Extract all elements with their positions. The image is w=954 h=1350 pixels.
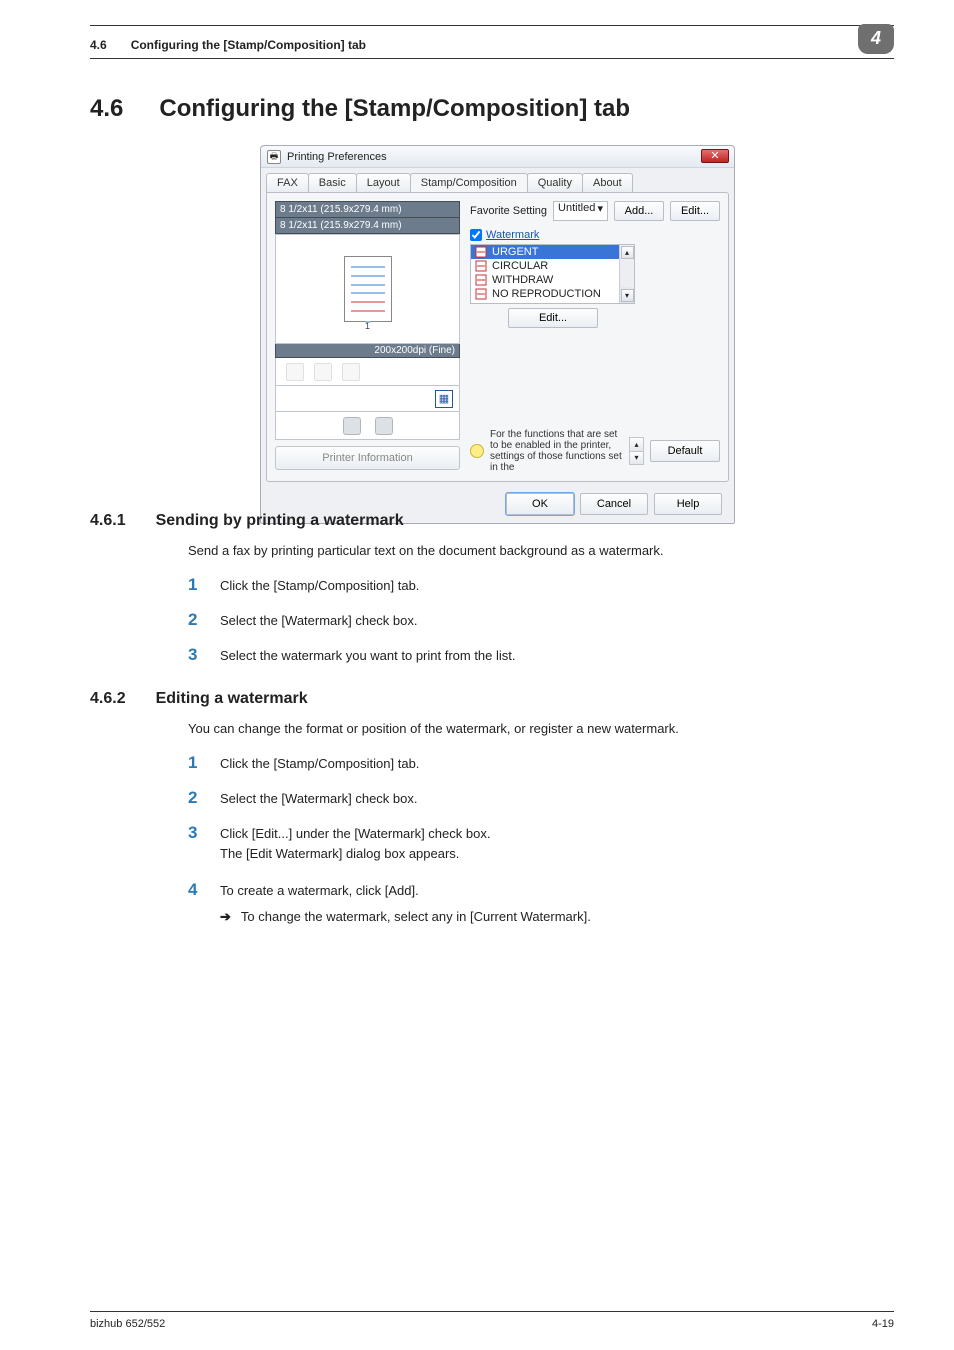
- chapter-badge: 4: [858, 24, 894, 54]
- step-number: 3: [188, 823, 202, 843]
- properties-toggle-icon[interactable]: ▦: [435, 390, 453, 408]
- ok-button[interactable]: OK: [506, 493, 574, 515]
- step-number: 3: [188, 645, 202, 665]
- list-item[interactable]: NO REPRODUCTION: [471, 287, 634, 301]
- favorite-edit-button[interactable]: Edit...: [670, 201, 720, 221]
- printer-icon: 🖶: [267, 150, 281, 164]
- step-number: 1: [188, 753, 202, 773]
- watermark-checkbox-label[interactable]: Watermark: [470, 229, 720, 241]
- step-text: To create a watermark, click [Add]. ➔ To…: [220, 881, 884, 926]
- window-title: Printing Preferences: [287, 151, 387, 163]
- list-item-label: WITHDRAW: [492, 274, 553, 286]
- tab-fax[interactable]: FAX: [266, 173, 309, 192]
- tab-layout[interactable]: Layout: [356, 173, 411, 192]
- printer-view-icon[interactable]: [342, 363, 360, 381]
- stamp-icon: [475, 260, 487, 272]
- layout-view-icon[interactable]: [286, 363, 304, 381]
- resolution-label: 200x200dpi (Fine): [275, 344, 460, 358]
- watermark-edit-button[interactable]: Edit...: [508, 308, 598, 328]
- running-header-title: Configuring the [Stamp/Composition] tab: [131, 38, 858, 52]
- cancel-button[interactable]: Cancel: [580, 493, 648, 515]
- status-hint-text: For the functions that are set to be ena…: [490, 429, 623, 473]
- page-preview: 1: [275, 234, 460, 344]
- scroll-down-icon[interactable]: ▾: [621, 289, 634, 302]
- running-header-number: 4.6: [90, 38, 107, 52]
- scroll-down-icon[interactable]: ▾: [630, 451, 643, 465]
- page-number: 1: [365, 321, 370, 323]
- tab-about[interactable]: About: [582, 173, 633, 192]
- body-text: Send a fax by printing particular text o…: [188, 542, 884, 560]
- list-item[interactable]: CIRCULAR: [471, 259, 634, 273]
- h1-title: Configuring the [Stamp/Composition] tab: [159, 95, 630, 123]
- step-text: Click [Edit...] under the [Watermark] ch…: [220, 824, 884, 863]
- hint-bulb-icon: [470, 444, 484, 458]
- step-number: 2: [188, 788, 202, 808]
- list-item-label: CIRCULAR: [492, 260, 548, 272]
- favorite-setting-select[interactable]: Untitled ▾: [553, 201, 608, 221]
- step-number: 2: [188, 610, 202, 630]
- scroll-up-icon[interactable]: ▴: [621, 246, 634, 259]
- output-size-label: 8 1/2x11 (215.9x279.4 mm): [275, 218, 460, 234]
- favorite-setting-value: Untitled: [558, 202, 595, 214]
- body-text: You can change the format or position of…: [188, 720, 884, 738]
- list-item-label: NO REPRODUCTION: [492, 288, 601, 300]
- h2-number: 4.6.2: [90, 690, 126, 708]
- user-auth-icon[interactable]: [343, 417, 361, 435]
- list-item[interactable]: URGENT: [471, 245, 634, 259]
- detail-view-icon[interactable]: [314, 363, 332, 381]
- help-button[interactable]: Help: [654, 493, 722, 515]
- h2-number: 4.6.1: [90, 512, 126, 530]
- h1-number: 4.6: [90, 95, 123, 123]
- favorite-add-button[interactable]: Add...: [614, 201, 664, 221]
- substep-text: To change the watermark, select any in […: [241, 907, 591, 927]
- list-item[interactable]: WITHDRAW: [471, 273, 634, 287]
- tab-stamp-composition[interactable]: Stamp/Composition: [410, 173, 528, 192]
- account-track-icon[interactable]: [375, 417, 393, 435]
- footer-page-number: 4-19: [872, 1318, 894, 1330]
- tab-basic[interactable]: Basic: [308, 173, 357, 192]
- step-number: 4: [188, 880, 202, 900]
- step-text: Click the [Stamp/Composition] tab.: [220, 576, 884, 596]
- step-text: Select the [Watermark] check box.: [220, 789, 884, 809]
- window-titlebar: 🖶 Printing Preferences ✕: [261, 146, 734, 168]
- watermark-label-text: Watermark: [486, 229, 539, 241]
- printer-information-button: Printer Information: [275, 446, 460, 470]
- stamp-icon: [475, 246, 487, 258]
- step-text: Click the [Stamp/Composition] tab.: [220, 754, 884, 774]
- watermark-list-scrollbar[interactable]: ▴ ▾: [619, 245, 634, 303]
- view-toolbar: [275, 358, 460, 386]
- original-size-label: 8 1/2x11 (215.9x279.4 mm): [275, 201, 460, 218]
- h2-title: Editing a watermark: [156, 690, 308, 708]
- page-thumbnail: 1: [344, 256, 392, 322]
- watermark-checkbox[interactable]: [470, 229, 482, 241]
- status-scroll[interactable]: ▴ ▾: [629, 437, 644, 465]
- step-number: 1: [188, 575, 202, 595]
- stamp-icon: [475, 274, 487, 286]
- close-button[interactable]: ✕: [701, 149, 729, 163]
- favorite-setting-label: Favorite Setting: [470, 205, 547, 217]
- stamp-icon: [475, 288, 487, 300]
- tab-quality[interactable]: Quality: [527, 173, 583, 192]
- default-button[interactable]: Default: [650, 440, 720, 462]
- list-item-label: URGENT: [492, 246, 538, 258]
- printing-preferences-window: 🖶 Printing Preferences ✕ FAX Basic Layou…: [260, 145, 735, 524]
- watermark-list[interactable]: URGENT CIRCULAR WITHDRAW NO REPRODUCTION: [470, 244, 635, 304]
- footer-product: bizhub 652/552: [90, 1318, 165, 1330]
- arrow-icon: ➔: [220, 907, 231, 927]
- step-text: Select the watermark you want to print f…: [220, 646, 884, 666]
- h2-title: Sending by printing a watermark: [156, 512, 404, 530]
- scroll-up-icon[interactable]: ▴: [630, 438, 643, 451]
- step-text: Select the [Watermark] check box.: [220, 611, 884, 631]
